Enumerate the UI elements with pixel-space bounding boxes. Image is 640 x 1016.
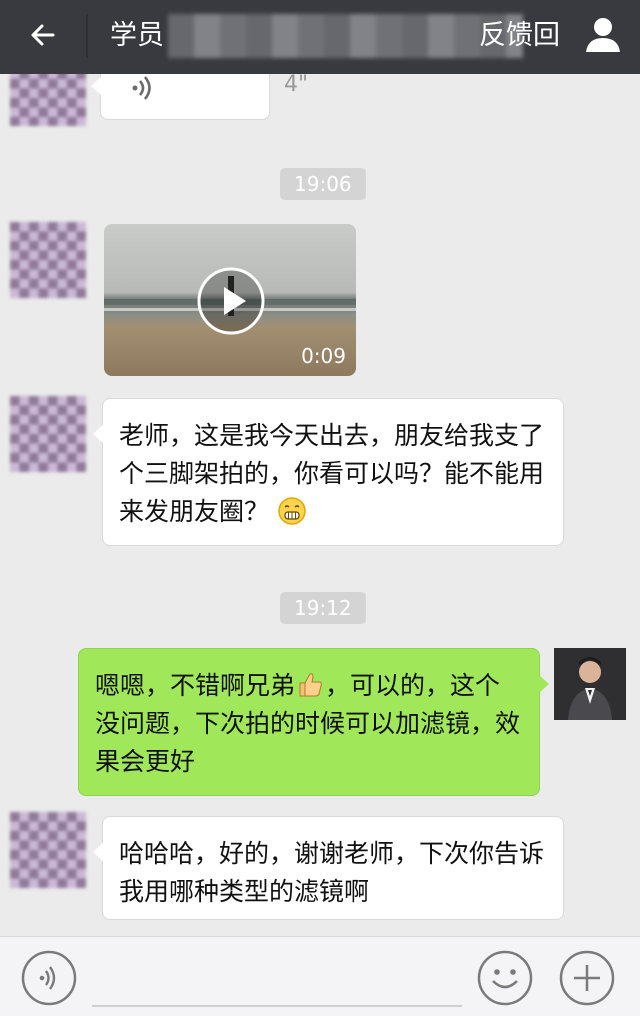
self-avatar[interactable]: [554, 648, 626, 720]
play-icon[interactable]: [196, 266, 266, 336]
video-message[interactable]: 0:09: [104, 224, 356, 376]
input-bar: [0, 936, 640, 1016]
header-divider: [86, 14, 88, 58]
contact-avatar[interactable]: [10, 396, 86, 472]
top-bar: 学员 反馈回: [0, 0, 640, 74]
voice-wave-icon: [132, 76, 151, 100]
contact-avatar[interactable]: [10, 222, 86, 298]
title-prefix: 学员: [110, 20, 164, 51]
contact-avatar[interactable]: [10, 812, 86, 888]
voice-input-toggle[interactable]: [20, 949, 78, 1007]
message-text: 哈哈哈，好的，谢谢老师，下次你告诉我用哪种类型的滤镜啊: [119, 839, 545, 906]
chat-title: 学员 反馈回: [110, 14, 560, 58]
back-arrow-icon: [31, 24, 55, 46]
plus-icon[interactable]: [558, 949, 616, 1007]
chat-info-button[interactable]: [580, 12, 626, 58]
person-icon: [586, 18, 620, 52]
smiley-icon[interactable]: [476, 949, 534, 1007]
message-bubble[interactable]: 哈哈哈，好的，谢谢老师，下次你告诉我用哪种类型的滤镜啊: [93, 816, 564, 920]
grin-emoji-icon: [278, 497, 306, 525]
video-duration: 0:09: [301, 344, 346, 368]
chat-area: 4" 19:06 0:09 老师，这是我今天出去，朋友给我支了个三脚架拍的，你看…: [0, 0, 640, 936]
redacted-title: [168, 14, 523, 58]
timestamp: 19:06: [280, 168, 366, 200]
message-bubble[interactable]: 老师，这是我今天出去，朋友给我支了个三脚架拍的，你看可以吗？能不能用来发朋友圈？: [93, 398, 564, 546]
title-suffix: 反馈回: [479, 20, 560, 51]
message-text: 嗯嗯，不错啊兄弟: [95, 671, 296, 700]
timestamp: 19:12: [280, 592, 366, 624]
voice-duration: 4": [284, 72, 309, 97]
back-button[interactable]: [18, 12, 68, 58]
message-input[interactable]: [92, 951, 462, 1007]
message-text: 老师，这是我今天出去，朋友给我支了个三脚架拍的，你看可以吗？能不能用来发朋友圈？: [119, 421, 545, 526]
thumbs-up-emoji-icon: [299, 673, 322, 697]
self-avatar-image: [554, 648, 626, 720]
self-message-bubble[interactable]: 嗯嗯，不错啊兄弟 ，可以的，这个没问题，下次拍的时候可以加滤镜，效果会更好: [78, 648, 549, 796]
